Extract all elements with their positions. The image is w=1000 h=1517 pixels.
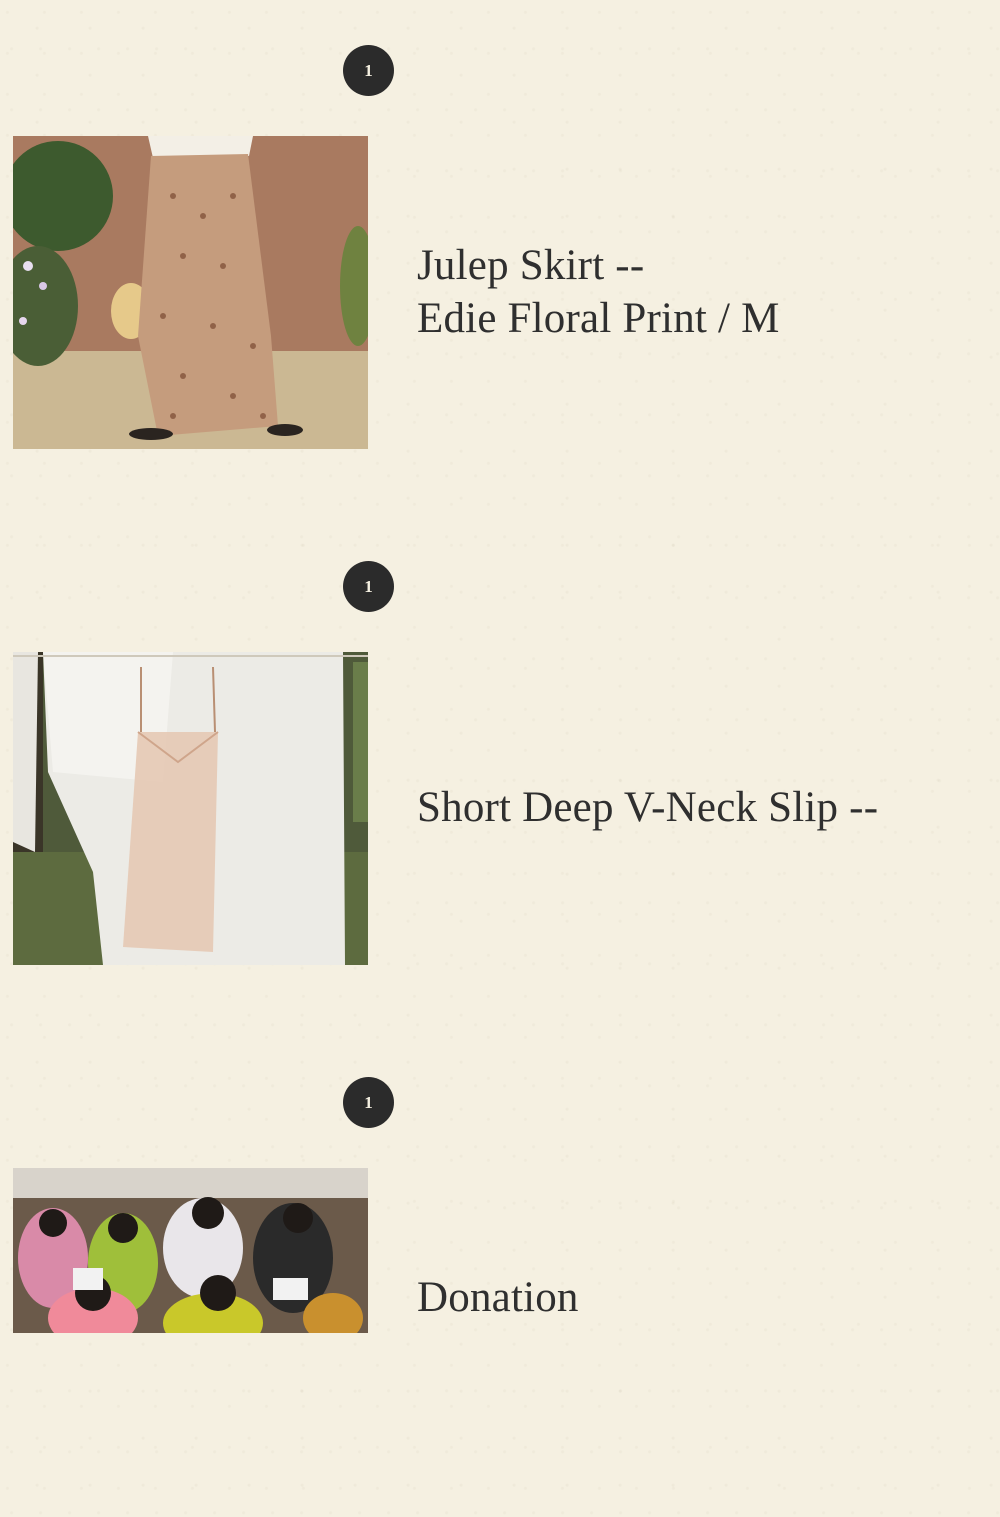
cart-item-julep-skirt: 1 Julep Skirt -- Edie Floral Print / M xyxy=(0,45,1000,485)
product-thumbnail-v-neck-slip[interactable] xyxy=(13,652,368,965)
product-thumbnail-julep-skirt[interactable] xyxy=(13,136,368,449)
quantity-badge[interactable]: 1 xyxy=(343,561,394,612)
slip-image xyxy=(13,652,368,965)
product-name: Julep Skirt -- xyxy=(417,242,645,289)
product-variant: Edie Floral Print / M xyxy=(417,295,780,342)
donation-image xyxy=(13,1168,368,1333)
skirt-image xyxy=(13,136,368,449)
quantity-badge[interactable]: 1 xyxy=(343,1077,394,1128)
cart-item-donation: 1 Donation xyxy=(0,1077,1000,1517)
product-title[interactable]: Donation xyxy=(417,1271,579,1324)
cart-item-v-neck-slip: 1 Short Deep V-Neck Slip -- xyxy=(0,561,1000,1001)
product-title[interactable]: Short Deep V-Neck Slip -- xyxy=(417,781,878,834)
product-name: Donation xyxy=(417,1274,579,1321)
product-title[interactable]: Julep Skirt -- Edie Floral Print / M xyxy=(417,239,780,345)
product-thumbnail-donation[interactable] xyxy=(13,1168,368,1333)
product-name: Short Deep V-Neck Slip -- xyxy=(417,784,879,831)
quantity-badge[interactable]: 1 xyxy=(343,45,394,96)
